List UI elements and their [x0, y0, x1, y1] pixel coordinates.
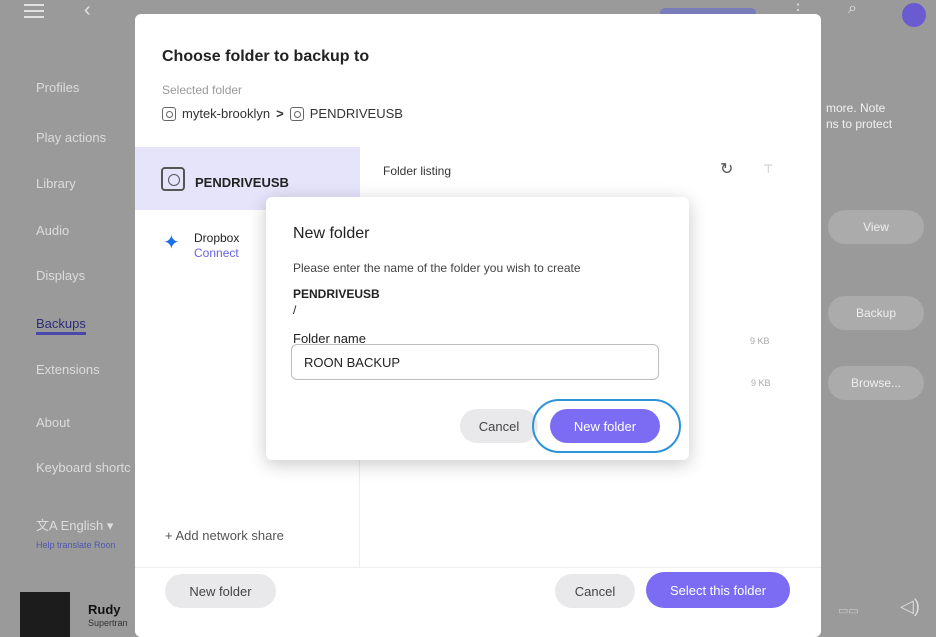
highlight-ring: [532, 399, 681, 453]
cancel-button[interactable]: Cancel: [555, 574, 635, 608]
dialog-title: Choose folder to backup to: [162, 48, 370, 65]
select-folder-button[interactable]: Select this folder: [646, 572, 790, 608]
view-button[interactable]: View: [828, 210, 924, 244]
track-artist[interactable]: Supertran: [88, 618, 128, 628]
language-label: English: [60, 518, 104, 533]
pin-icon[interactable]: ⊤: [763, 162, 773, 176]
path-host: mytek-brooklyn: [182, 106, 271, 121]
nav-item-backups[interactable]: Backups: [36, 316, 86, 335]
browse-button[interactable]: Browse...: [828, 366, 924, 400]
new-folder-button[interactable]: New folder: [165, 574, 276, 608]
modal-path-separator: /: [293, 303, 297, 317]
drive-icon: [289, 106, 304, 121]
nav-item-keyboard-shortcuts[interactable]: Keyboard shortc: [36, 460, 131, 475]
file-size: 9 KB: [751, 378, 771, 388]
nav-item-extensions[interactable]: Extensions: [36, 362, 100, 377]
refresh-icon[interactable]: ↻: [720, 159, 733, 179]
choose-folder-dialog: Choose folder to backup to Selected fold…: [135, 14, 821, 637]
modal-path-root: PENDRIVEUSB: [293, 287, 380, 301]
background-description: more. Note ns to protect: [826, 101, 893, 131]
zone-icon[interactable]: ▭▭: [838, 604, 859, 617]
selected-folder-label: Selected folder: [162, 83, 243, 97]
avatar[interactable]: [902, 3, 926, 27]
source-label: PENDRIVEUSB: [195, 175, 289, 190]
modal-title: New folder: [293, 225, 370, 242]
back-arrow-icon[interactable]: ‹: [84, 0, 91, 20]
backup-button[interactable]: Backup: [828, 296, 924, 330]
search-icon[interactable]: ⌕: [848, 0, 857, 18]
folder-name-input[interactable]: [291, 344, 659, 380]
volume-icon[interactable]: ◁): [900, 596, 920, 617]
language-selector[interactable]: 文A English ▾: [36, 515, 113, 534]
nav-item-library[interactable]: Library: [36, 176, 76, 191]
nav-item-profiles[interactable]: Profiles: [36, 80, 79, 95]
translate-icon: 文A: [36, 518, 57, 533]
dropbox-connect-link[interactable]: Connect: [194, 246, 239, 260]
chevron-right-icon: >: [276, 106, 284, 121]
nav-item-about[interactable]: About: [36, 415, 70, 430]
add-network-share-button[interactable]: + Add network share: [165, 528, 284, 543]
dropbox-icon: ✦: [163, 232, 180, 254]
divider: [135, 567, 821, 568]
nav-item-audio[interactable]: Audio: [36, 223, 69, 238]
selected-path: mytek-brooklyn > PENDRIVEUSB: [162, 106, 403, 121]
nav-item-play-actions[interactable]: Play actions: [36, 130, 106, 145]
folder-listing-header: Folder listing: [383, 164, 452, 178]
nav-item-displays[interactable]: Displays: [36, 268, 85, 283]
path-folder: PENDRIVEUSB: [309, 106, 403, 121]
dropbox-label: Dropbox: [194, 231, 240, 245]
modal-cancel-button[interactable]: Cancel: [460, 409, 538, 443]
file-size: 9 KB: [750, 336, 770, 346]
track-title[interactable]: Rudy: [88, 602, 121, 617]
menu-icon[interactable]: [24, 4, 44, 18]
computer-icon: [162, 106, 176, 121]
album-art[interactable]: [20, 592, 70, 637]
translate-link[interactable]: Help translate Roon: [36, 540, 116, 550]
drive-icon: [161, 167, 185, 191]
modal-description: Please enter the name of the folder you …: [293, 261, 581, 275]
